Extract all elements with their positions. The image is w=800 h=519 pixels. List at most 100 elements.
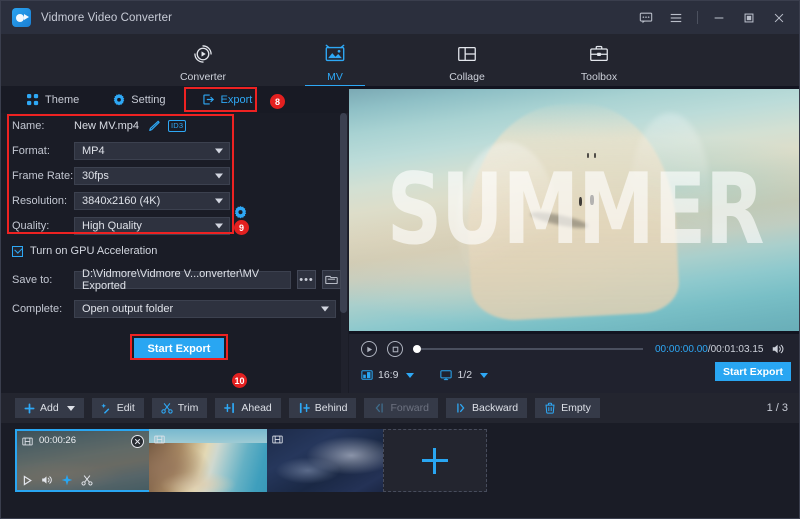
add-clip-tile[interactable] xyxy=(383,429,487,492)
tab-setting-label: Setting xyxy=(131,94,165,106)
close-icon[interactable] xyxy=(765,4,793,32)
summer-text-overlay: SUMMER xyxy=(349,89,800,331)
form-row-complete: Complete: Open output folder xyxy=(1,296,341,321)
frame-rate-value: 30fps xyxy=(82,170,109,182)
insert-ahead-button[interactable]: Ahead xyxy=(215,398,280,418)
thumbnail-clip-2[interactable] xyxy=(149,429,285,492)
video-preview[interactable]: SUMMER xyxy=(349,86,800,334)
plus-icon xyxy=(24,403,35,414)
trim-button[interactable]: Trim xyxy=(152,398,208,418)
current-time: 00:00:00.00 xyxy=(655,344,708,355)
maximize-icon[interactable] xyxy=(735,4,763,32)
volume-icon[interactable] xyxy=(41,474,53,486)
scissors-icon[interactable] xyxy=(81,474,93,486)
magic-wand-icon xyxy=(101,403,112,414)
thumbnail-clip-1[interactable]: 00:00:26 xyxy=(15,429,151,492)
complete-label: Complete: xyxy=(12,303,74,315)
format-dropdown[interactable]: MP4 xyxy=(74,142,230,160)
seek-handle[interactable] xyxy=(413,345,421,353)
quality-value: High Quality xyxy=(82,220,142,232)
monitor-icon xyxy=(440,369,452,381)
play-circle-icon[interactable] xyxy=(361,341,377,357)
gpu-acceleration-checkbox[interactable] xyxy=(12,246,23,257)
frame-rate-dropdown[interactable]: 30fps xyxy=(74,167,230,185)
browse-button[interactable]: ••• xyxy=(297,270,316,289)
insert-behind-button[interactable]: Behind xyxy=(289,398,357,418)
timecode-display: 00:00:00.00/00:01:03.15 xyxy=(655,344,763,355)
form-row-quality: Quality: High Quality xyxy=(1,213,341,238)
nav-item-toolbox[interactable]: Toolbox xyxy=(562,38,636,83)
insert-ahead-button-label: Ahead xyxy=(241,402,271,414)
minimize-icon[interactable] xyxy=(705,4,733,32)
trash-icon xyxy=(544,402,556,414)
tab-theme[interactable]: Theme xyxy=(21,89,85,111)
nav-item-converter[interactable]: Converter xyxy=(166,38,240,83)
seek-slider[interactable] xyxy=(413,342,643,356)
folder-open-icon[interactable] xyxy=(322,270,341,289)
resolution-dropdown[interactable]: 3840x2160 (4K) xyxy=(74,192,230,210)
id3-tag-button[interactable]: ID3 xyxy=(168,120,186,132)
zoom-scale-value: 1/2 xyxy=(457,369,472,381)
chevron-down-icon xyxy=(321,306,329,311)
plus-icon xyxy=(422,448,448,474)
effects-star-icon[interactable] xyxy=(61,474,73,486)
save-to-input[interactable]: D:\Vidmore\Vidmore V...onverter\MV Expor… xyxy=(74,271,291,289)
zoom-scale-selector[interactable]: 1/2 xyxy=(440,369,488,381)
complete-value: Open output folder xyxy=(82,303,173,315)
edit-button[interactable]: Edit xyxy=(92,398,144,418)
play-icon[interactable] xyxy=(22,475,33,486)
app-title: Vidmore Video Converter xyxy=(41,12,172,24)
form-row-format: Format: MP4 xyxy=(1,138,341,163)
start-export-button[interactable]: Start Export xyxy=(134,338,224,360)
add-button[interactable]: Add xyxy=(15,398,84,418)
feedback-bubble-icon[interactable] xyxy=(632,4,660,32)
quality-dropdown[interactable]: High Quality xyxy=(74,217,230,235)
panel-scrollbar-thumb[interactable] xyxy=(340,113,347,313)
collage-layout-icon xyxy=(456,42,478,66)
aspect-ratio-selector[interactable]: 16:9 xyxy=(361,369,414,381)
film-strip-icon xyxy=(272,434,283,445)
trim-button-label: Trim xyxy=(178,402,199,414)
player-controls: 00:00:00.00/00:01:03.15 xyxy=(349,334,800,393)
chevron-down-icon xyxy=(480,373,488,378)
nav-item-collage[interactable]: Collage xyxy=(430,38,504,83)
thumbnail-sky xyxy=(149,429,285,443)
nav-label-mv: MV xyxy=(327,71,343,83)
main-navigation: Converter MV Collage xyxy=(1,34,800,86)
insert-behind-button-label: Behind xyxy=(315,402,348,414)
mv-picture-icon xyxy=(324,42,346,66)
export-arrow-icon xyxy=(202,93,215,106)
vidmore-video-converter-window: Vidmore Video Converter xyxy=(0,0,800,519)
settings-gear-icon[interactable] xyxy=(234,206,247,219)
tab-setting[interactable]: Setting xyxy=(107,89,171,111)
complete-dropdown[interactable]: Open output folder xyxy=(74,300,336,318)
remove-clip-icon[interactable] xyxy=(131,435,144,448)
nav-item-mv[interactable]: MV xyxy=(298,38,372,83)
setting-gear-icon xyxy=(113,94,125,106)
thumbnail-image xyxy=(149,429,285,492)
total-time: 00:01:03.15 xyxy=(711,344,764,355)
tab-theme-label: Theme xyxy=(45,94,79,106)
gpu-acceleration-row[interactable]: Turn on GPU Acceleration xyxy=(1,241,341,261)
move-backward-button[interactable]: Backward xyxy=(446,398,527,418)
empty-button[interactable]: Empty xyxy=(535,398,600,418)
tab-export[interactable]: Export xyxy=(196,89,259,111)
stop-circle-icon[interactable] xyxy=(387,341,403,357)
theme-grid-icon xyxy=(27,94,39,106)
chevron-down-icon xyxy=(406,373,414,378)
start-export-button-player[interactable]: Start Export xyxy=(715,362,791,381)
volume-icon[interactable] xyxy=(771,342,785,356)
panel-scrollbar-track[interactable] xyxy=(341,113,348,393)
export-form: Name: New MV.mp4 ID3 Format: MP4 xyxy=(1,113,341,321)
move-backward-button-label: Backward xyxy=(472,402,518,414)
quality-label: Quality: xyxy=(12,220,74,232)
hamburger-menu-icon[interactable] xyxy=(662,4,690,32)
pencil-edit-icon[interactable] xyxy=(148,119,161,132)
resolution-value: 3840x2160 (4K) xyxy=(82,195,160,207)
format-value: MP4 xyxy=(82,145,105,157)
player-row-transport: 00:00:00.00/00:01:03.15 xyxy=(349,339,800,359)
move-forward-button[interactable]: Forward xyxy=(364,398,438,418)
chevron-down-icon xyxy=(67,406,75,411)
move-backward-icon xyxy=(455,402,467,414)
name-value: New MV.mp4 xyxy=(74,120,139,132)
